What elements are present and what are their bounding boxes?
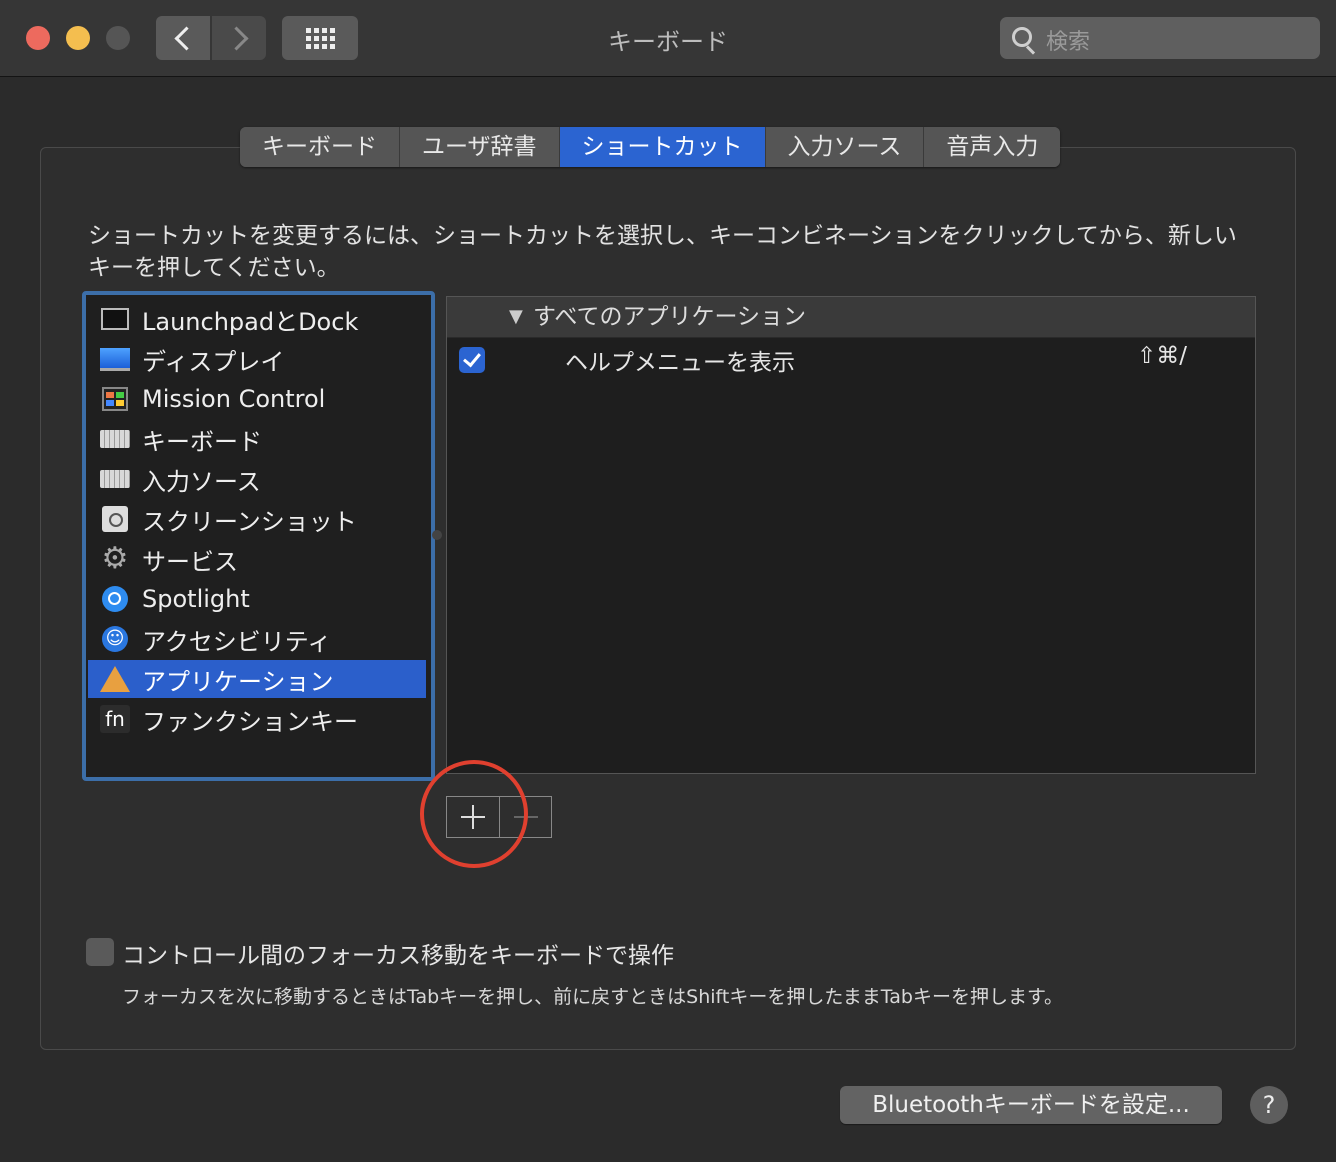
- list-item-label: キーボード: [142, 427, 262, 456]
- list-item-label: LaunchpadとDock: [142, 307, 359, 336]
- spotlight-icon: [100, 584, 130, 614]
- tab-keyboard[interactable]: キーボード: [240, 127, 400, 167]
- screenshot-icon: [100, 504, 130, 534]
- list-item-label: アプリケーション: [142, 667, 334, 696]
- search-field[interactable]: 検索: [1000, 17, 1320, 59]
- tab-bar: キーボード ユーザ辞書 ショートカット 入力ソース 音声入力: [240, 127, 1061, 167]
- mission-control-icon: [100, 384, 130, 414]
- display-icon: [100, 344, 130, 374]
- help-button[interactable]: ?: [1250, 1086, 1288, 1124]
- shortcut-keys[interactable]: ⇧⌘/: [1137, 343, 1187, 369]
- list-item-label: 入力ソース: [142, 467, 261, 496]
- fn-icon: fn: [100, 704, 130, 734]
- list-item-keyboard[interactable]: キーボード: [88, 420, 426, 458]
- list-item-label: Spotlight: [142, 585, 250, 613]
- setup-bluetooth-keyboard-button[interactable]: Bluetoothキーボードを設定...: [840, 1086, 1222, 1124]
- keyboard-navigation-label[interactable]: コントロール間のフォーカス移動をキーボードで操作: [122, 936, 674, 970]
- keyboard-icon: [100, 424, 130, 454]
- table-row[interactable]: ヘルプメニューを表示 ⇧⌘/: [447, 339, 1255, 379]
- list-item-label: ディスプレイ: [142, 347, 285, 376]
- list-item-screenshot[interactable]: スクリーンショット: [88, 500, 426, 538]
- list-item-function-keys[interactable]: fn ファンクションキー: [88, 700, 426, 738]
- split-view-handle[interactable]: [432, 530, 442, 540]
- annotation-circle: [420, 760, 528, 868]
- list-item-label: サービス: [142, 547, 238, 576]
- list-item-label: スクリーンショット: [142, 507, 357, 536]
- search-icon: [1012, 27, 1032, 47]
- shortcut-group-label: すべてのアプリケーション: [533, 304, 807, 330]
- list-item-mission-control[interactable]: Mission Control: [88, 380, 426, 418]
- list-item-input-sources[interactable]: 入力ソース: [88, 460, 426, 498]
- keyboard-navigation-checkbox[interactable]: [86, 938, 114, 966]
- category-list[interactable]: LaunchpadとDock ディスプレイ Mission Control キー…: [82, 291, 435, 781]
- keyboard-icon: [100, 464, 130, 494]
- list-item-label: ファンクションキー: [142, 707, 358, 736]
- list-item-display[interactable]: ディスプレイ: [88, 340, 426, 378]
- accessibility-icon: ☺: [100, 624, 130, 654]
- shortcut-enabled-checkbox[interactable]: [459, 347, 485, 373]
- search-placeholder: 検索: [1046, 30, 1091, 55]
- tab-user-dictionary[interactable]: ユーザ辞書: [400, 127, 560, 167]
- list-item-label: Mission Control: [142, 385, 326, 413]
- instructions-text: ショートカットを変更するには、ショートカットを選択し、キーコンビネーションをクリ…: [88, 223, 1237, 281]
- title-bar: キーボード 検索: [0, 0, 1336, 77]
- tab-dictation[interactable]: 音声入力: [924, 127, 1061, 167]
- shortcut-table[interactable]: ▼ すべてのアプリケーション ヘルプメニューを表示 ⇧⌘/: [446, 296, 1256, 774]
- shortcut-name[interactable]: ヘルプメニューを表示: [565, 343, 795, 377]
- list-item-accessibility[interactable]: ☺ アクセシビリティ: [88, 620, 426, 658]
- gear-icon: ⚙: [101, 541, 129, 576]
- tab-shortcuts[interactable]: ショートカット: [559, 127, 766, 167]
- list-item-services[interactable]: ⚙ サービス: [88, 540, 426, 578]
- disclosure-triangle-icon[interactable]: ▼: [509, 297, 523, 337]
- tab-input-sources[interactable]: 入力ソース: [765, 127, 925, 167]
- keyboard-navigation-note: フォーカスを次に移動するときはTabキーを押し、前に戻すときはShiftキーを押…: [122, 986, 1064, 1008]
- app-store-icon: [100, 664, 130, 694]
- launchpad-icon: [100, 304, 130, 334]
- list-item-label: アクセシビリティ: [142, 627, 332, 656]
- list-item-launchpad-dock[interactable]: LaunchpadとDock: [88, 300, 426, 338]
- list-item-spotlight[interactable]: Spotlight: [88, 580, 426, 618]
- shortcut-group-header[interactable]: ▼ すべてのアプリケーション: [447, 297, 1255, 338]
- list-item-applications[interactable]: アプリケーション: [88, 660, 426, 698]
